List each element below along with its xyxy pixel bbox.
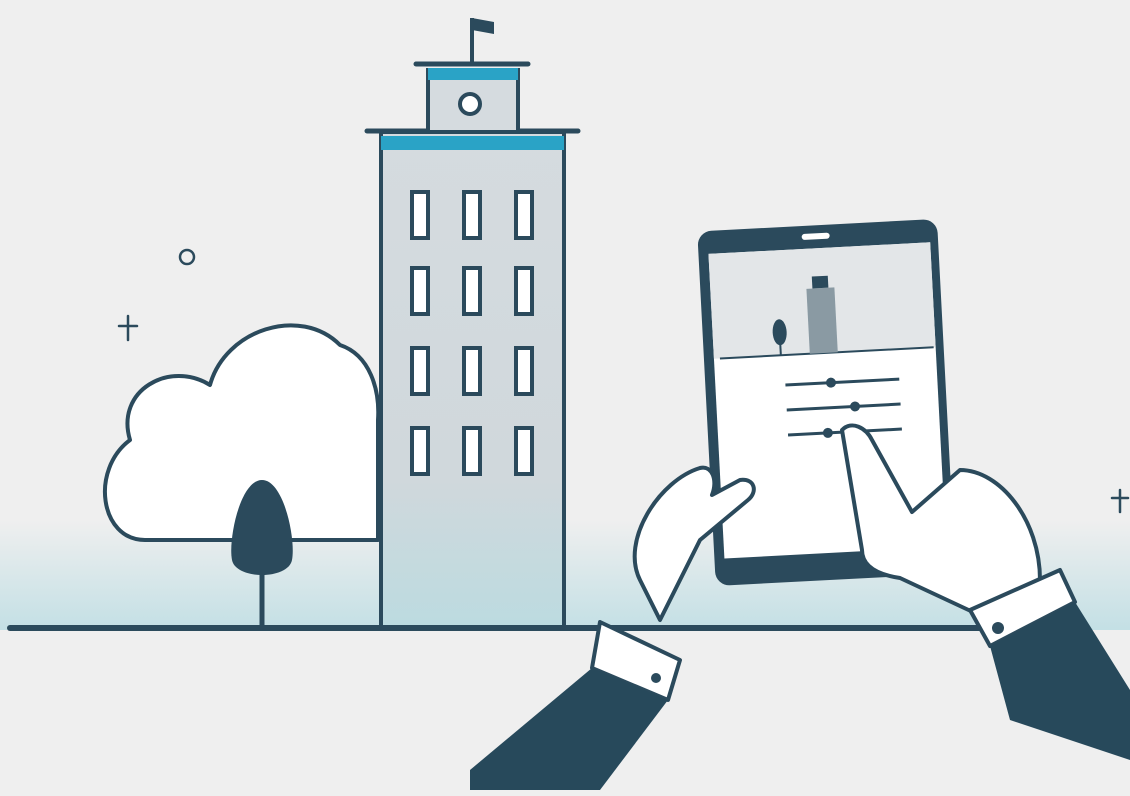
illustration-canvas: [0, 18, 1130, 790]
window-1-1: [410, 190, 430, 240]
window-2-2: [462, 266, 482, 316]
building-icon: [364, 18, 581, 630]
window-1-3: [514, 190, 534, 240]
window-4-1: [410, 426, 430, 476]
window-3-2: [462, 346, 482, 396]
window-4-2: [462, 426, 482, 476]
window-2-1: [410, 266, 430, 316]
window-4-3: [514, 426, 534, 476]
window-1-2: [462, 190, 482, 240]
clock-icon: [458, 92, 482, 116]
window-3-3: [514, 346, 534, 396]
window-2-3: [514, 266, 534, 316]
window-3-1: [410, 346, 430, 396]
flag-icon: [472, 18, 494, 34]
